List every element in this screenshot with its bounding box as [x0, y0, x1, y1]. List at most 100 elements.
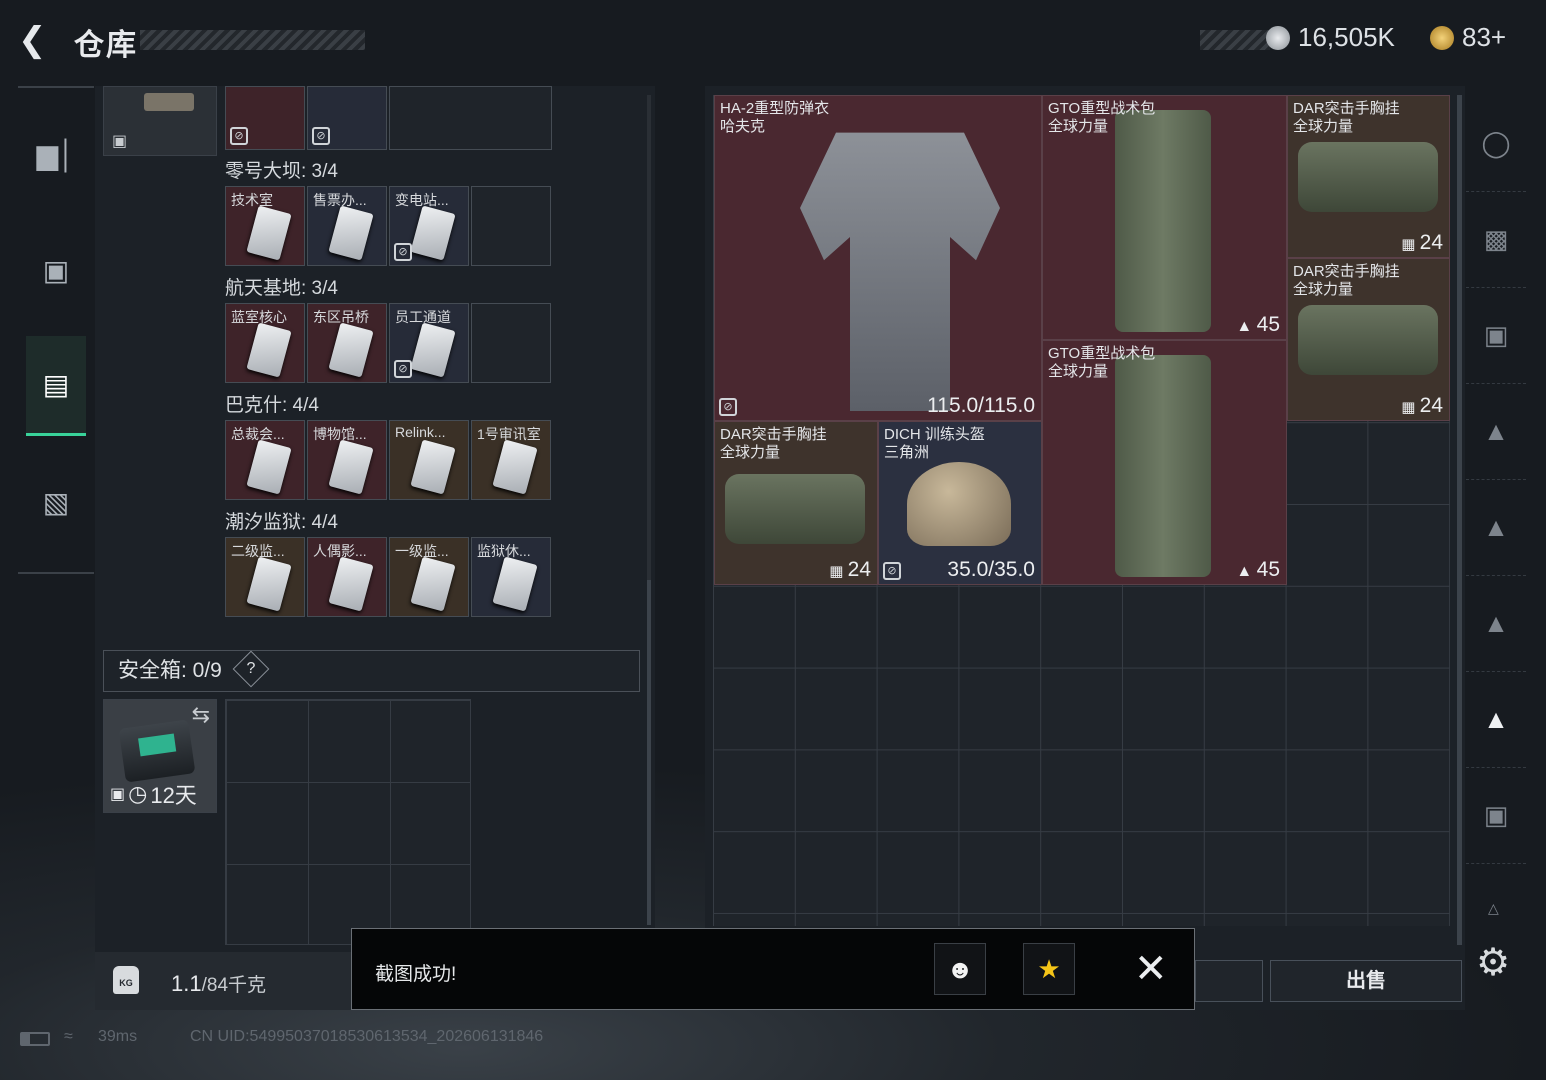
keycard-label: 总裁会...	[231, 426, 285, 442]
gold-currency[interactable]: 83+	[1430, 22, 1506, 53]
silver-coin-icon	[1266, 25, 1290, 50]
item-durability: 115.0/115.0	[927, 394, 1035, 417]
keycard-image	[328, 205, 374, 261]
action-button[interactable]	[1195, 960, 1263, 1002]
keycard-top-1[interactable]: ⊘	[225, 86, 305, 150]
chestrig-image	[1298, 305, 1438, 375]
keycard-slot[interactable]: 博物馆...	[307, 420, 387, 500]
keycard-label: 二级监...	[231, 543, 285, 559]
keycard-slot	[471, 303, 551, 383]
keycard-slot[interactable]: 东区吊桥	[307, 303, 387, 383]
left-scrollbar-thumb[interactable]	[647, 580, 651, 925]
helmet-filter-icon[interactable]: ◯	[1466, 96, 1526, 192]
capacity-icon: ▲	[1236, 318, 1257, 335]
stash-item-helmet[interactable]: DICH 训练头盔 三角洲 ⊘ 35.0/35.0	[878, 421, 1042, 585]
silver-currency: 16,505K	[1266, 22, 1395, 53]
no-key-icon: ⊘	[394, 243, 412, 261]
crate-filter-icon[interactable]: ▲	[1466, 384, 1526, 480]
keycard-label: 1号审讯室	[477, 426, 541, 442]
keycard-top-empty	[389, 86, 552, 150]
no-insure-icon: ⊘	[883, 562, 901, 580]
item-capacity: ▦ 24	[829, 558, 871, 581]
crate-filter-icon[interactable]: ▲	[1466, 576, 1526, 672]
stash-item-vest[interactable]: HA-2重型防弹衣 哈夫克 ⊘ 115.0/115.0	[714, 95, 1042, 421]
keycard-case-slot[interactable]: ▣	[103, 86, 217, 156]
keycard-case-image	[144, 93, 194, 111]
stash-item-chestrig[interactable]: DAR突击手胸挂 全球力量 ▦ 24	[714, 421, 878, 585]
clock-icon: ◷	[128, 781, 148, 806]
header-hatch	[140, 30, 365, 50]
stash-item-backpack[interactable]: GTO重型战术包 全球力量 ▲ 45	[1042, 340, 1287, 585]
item-durability: 35.0/35.0	[947, 558, 1035, 581]
keycard-label: 售票办...	[313, 192, 367, 208]
keycard-slot[interactable]: 技术室	[225, 186, 305, 266]
qzone-share-icon[interactable]: ★	[1023, 943, 1075, 995]
crate-filter-icon[interactable]: ▲	[1466, 480, 1526, 576]
keycard-slot[interactable]: 员工通道 ⊘	[389, 303, 469, 383]
weight-bar: KG 1.1/84千克	[95, 952, 365, 1010]
screenshot-toast: 截图成功! ☻ ★ ✕	[351, 928, 1195, 1010]
section-title: 航天基地: 3/4	[225, 278, 338, 299]
helmet-image	[907, 462, 1011, 546]
container-filter-icon[interactable]: ▩	[1466, 192, 1526, 288]
keycard-label: 博物馆...	[313, 426, 367, 442]
keycard-image	[410, 205, 456, 261]
keycard-slot[interactable]: 1号审讯室	[471, 420, 551, 500]
small-lock-icon: △	[1488, 900, 1499, 916]
keycard-slot[interactable]: 变电站... ⊘	[389, 186, 469, 266]
keycard-image	[492, 439, 538, 495]
camera-filter-icon[interactable]: ▣	[1466, 288, 1526, 384]
keycard-slot[interactable]: 一级监...	[389, 537, 469, 617]
currency-hatch	[1200, 30, 1270, 50]
toolbox-icon[interactable]: ▧	[26, 452, 86, 552]
safe-box-item[interactable]: ⇆ ▣ ◷ 12天	[103, 699, 217, 813]
right-filter-nav: ◯ ▩ ▣ ▲ ▲ ▲ ▲ ▣ △ ⚙	[1466, 86, 1526, 1010]
sell-button[interactable]: 出售	[1270, 960, 1462, 1002]
gear-icon[interactable]: ⚙	[1476, 940, 1510, 985]
keycard-label: 蓝室核心	[231, 309, 287, 325]
keycard-image	[246, 322, 292, 378]
keycard-label: 变电站...	[395, 192, 449, 208]
safe-box-image	[118, 719, 196, 783]
keycard-slot[interactable]: 总裁会...	[225, 420, 305, 500]
stash-item-chestrig[interactable]: DAR突击手胸挂 全球力量 ▦ 24	[1287, 95, 1450, 258]
silver-amount: 16,505K	[1298, 22, 1395, 52]
item-name: GTO重型战术包 全球力量	[1048, 100, 1156, 135]
keycard-slot[interactable]: 监狱休...	[471, 537, 551, 617]
stash-item-backpack[interactable]: GTO重型战术包 全球力量 ▲ 45	[1042, 95, 1287, 340]
keycard-slot[interactable]: 售票办...	[307, 186, 387, 266]
stash-scrollbar[interactable]	[1457, 95, 1462, 945]
qq-share-icon[interactable]: ☻	[934, 943, 986, 995]
keycard-top-2[interactable]: ⊘	[307, 86, 387, 150]
keycard-label: 东区吊桥	[313, 309, 369, 325]
stash-item-chestrig[interactable]: DAR突击手胸挂 全球力量 ▦ 24	[1287, 258, 1450, 421]
armor-icon[interactable]: ▣	[26, 220, 86, 320]
capacity-icon: ▦	[829, 563, 848, 580]
keycard-image	[328, 556, 374, 612]
no-insure-icon: ⊘	[719, 398, 737, 416]
no-key-icon: ⊘	[312, 127, 330, 145]
weight-value: 1.1/84千克	[171, 971, 267, 996]
keycard-label: 人偶影...	[313, 543, 367, 559]
chestrig-image	[725, 474, 865, 544]
safe-box-grid[interactable]	[225, 699, 471, 945]
swap-icon[interactable]: ⇆	[192, 702, 210, 728]
crate-filter-icon-active[interactable]: ▲	[1466, 672, 1526, 768]
gun-icon[interactable]: ▆│	[26, 104, 86, 204]
keycard-label: 技术室	[231, 192, 273, 208]
keycard-slot[interactable]: 二级监...	[225, 537, 305, 617]
backpack-icon[interactable]: ▤	[26, 336, 86, 436]
safe-box-screen	[138, 733, 177, 757]
item-name: HA-2重型防弹衣 哈夫克	[720, 100, 830, 135]
item-name: DAR突击手胸挂 全球力量	[720, 426, 827, 461]
keycard-slot[interactable]: Relink...	[389, 420, 469, 500]
back-icon[interactable]: ❮	[18, 20, 54, 60]
help-icon[interactable]: ?	[232, 651, 270, 688]
capacity-icon: ▲	[1236, 563, 1257, 580]
safe-box-duration: 12天	[150, 783, 197, 808]
keycard-slot[interactable]: 蓝室核心	[225, 303, 305, 383]
keycard-slot[interactable]: 人偶影...	[307, 537, 387, 617]
no-key-icon: ⊘	[394, 360, 412, 378]
camera-filter-icon[interactable]: ▣	[1466, 768, 1526, 864]
close-icon[interactable]: ✕	[1134, 949, 1168, 989]
